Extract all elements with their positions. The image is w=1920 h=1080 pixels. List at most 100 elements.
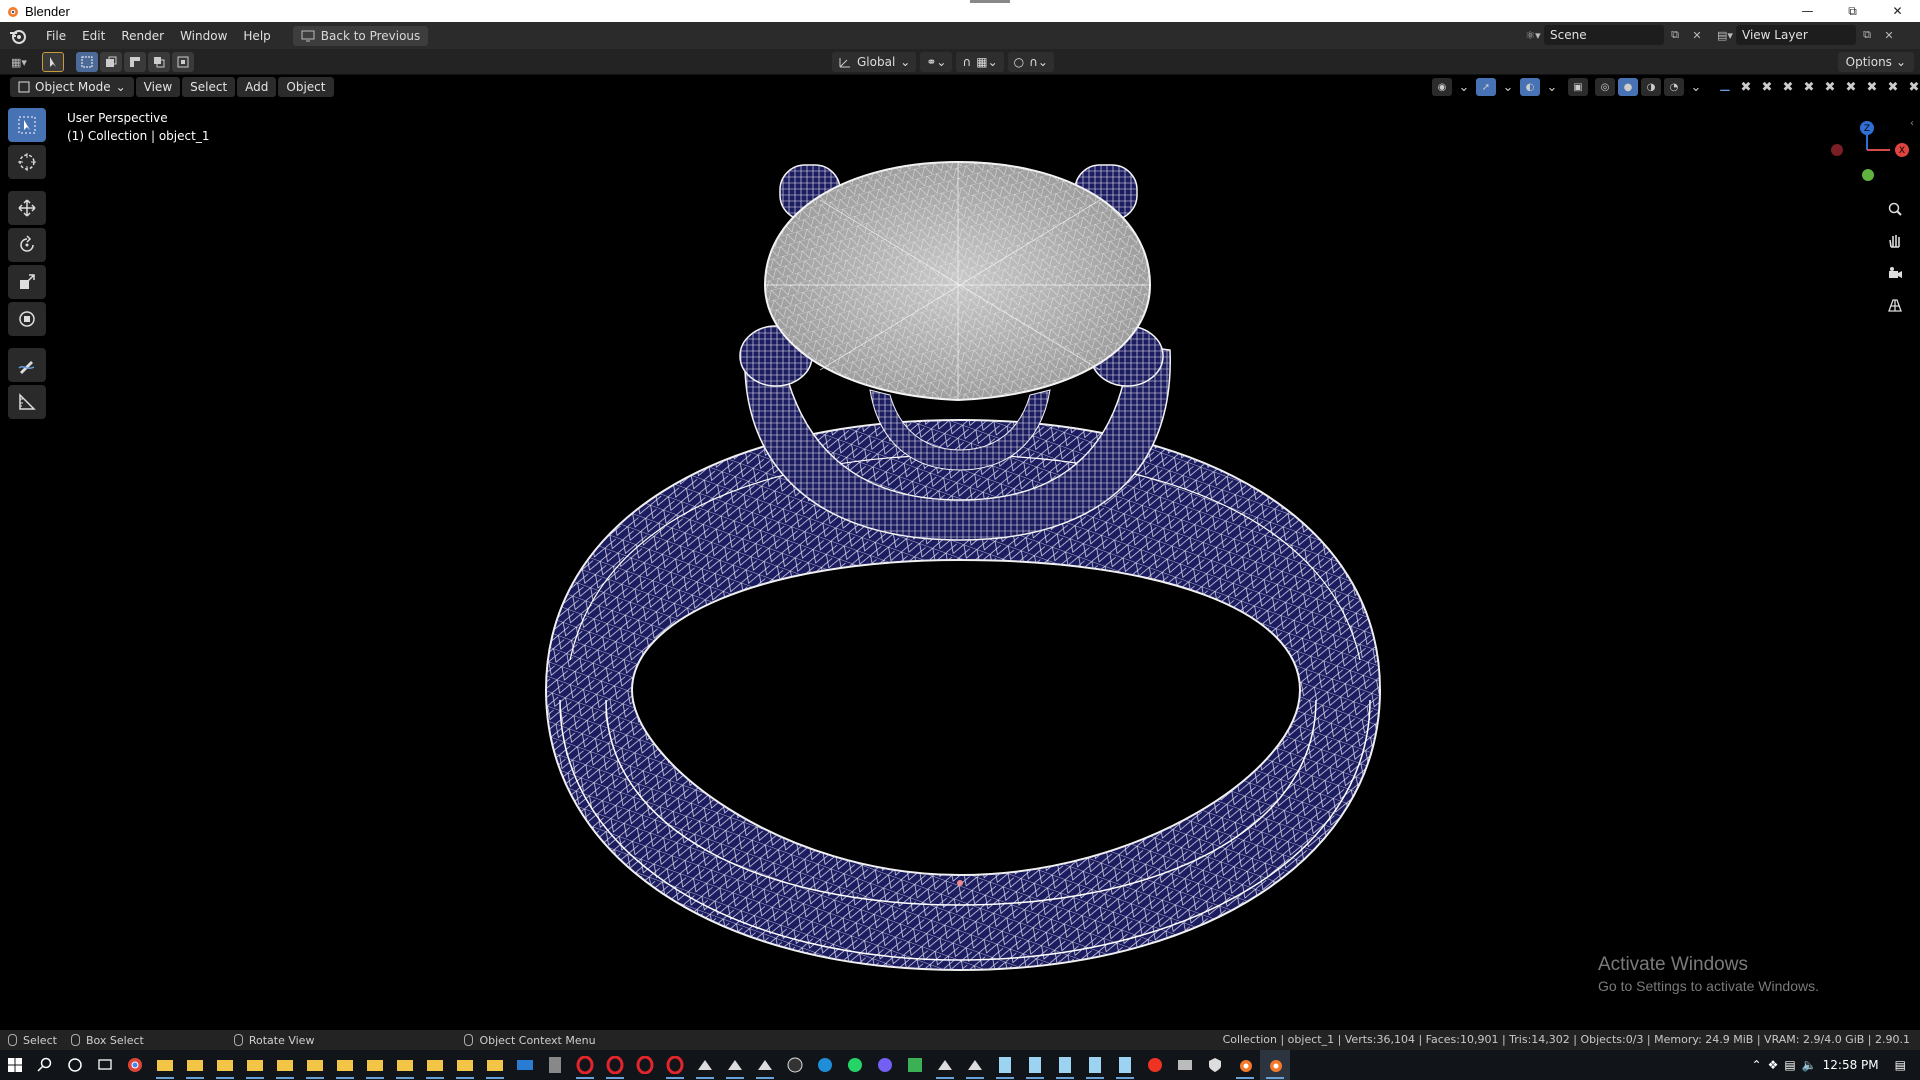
viewport-menu-object[interactable]: Object: [278, 77, 334, 97]
rendered-shading-icon[interactable]: ◔: [1664, 78, 1684, 96]
folder-icon[interactable]: [180, 1050, 210, 1080]
close-icon[interactable]: ✖: [1905, 78, 1920, 96]
shield-icon[interactable]: [1200, 1050, 1230, 1080]
folder-icon[interactable]: [300, 1050, 330, 1080]
view-layer-field[interactable]: View Layer: [1736, 25, 1856, 45]
zoom-icon[interactable]: [1882, 196, 1908, 222]
folder-icon[interactable]: [150, 1050, 180, 1080]
proportional-edit-toggle[interactable]: ○ ∩⌄: [1007, 52, 1054, 72]
gizmo-toggle-icon[interactable]: ➚: [1476, 78, 1496, 96]
folder-icon[interactable]: [450, 1050, 480, 1080]
opera-icon[interactable]: [570, 1050, 600, 1080]
chevron-down-icon[interactable]: ⌄: [1499, 78, 1517, 96]
app-icon[interactable]: [1170, 1050, 1200, 1080]
chevron-down-icon[interactable]: ⌄: [1687, 78, 1705, 96]
pivot-point-dropdown[interactable]: ⚭⌄: [920, 52, 953, 72]
cortana-icon[interactable]: [60, 1050, 90, 1080]
mode-extend-icon[interactable]: [100, 52, 122, 72]
menu-window[interactable]: Window: [172, 26, 235, 46]
mode-invert-icon[interactable]: [148, 52, 170, 72]
obs-icon[interactable]: [780, 1050, 810, 1080]
menu-render[interactable]: Render: [113, 26, 172, 46]
dropbox-icon[interactable]: ❖: [1768, 1058, 1779, 1072]
whatsapp-icon[interactable]: [840, 1050, 870, 1080]
folder-icon[interactable]: [240, 1050, 270, 1080]
network-icon[interactable]: ▤: [1784, 1058, 1795, 1072]
remove-scene-icon[interactable]: ✕: [1686, 25, 1708, 45]
scene-selector-icon[interactable]: ⚛▾: [1522, 25, 1544, 45]
task-view-icon[interactable]: [90, 1050, 120, 1080]
solid-shading-icon[interactable]: ●: [1618, 78, 1638, 96]
close-icon[interactable]: ✖: [1758, 78, 1776, 96]
transform-orientation-dropdown[interactable]: Global ⌄: [832, 52, 917, 72]
menu-file[interactable]: File: [38, 26, 74, 46]
opera-icon[interactable]: [630, 1050, 660, 1080]
overlay-toggle-icon[interactable]: ◐: [1520, 78, 1540, 96]
gizmo-y-axis[interactable]: [1862, 169, 1874, 181]
gizmo-neg-x-axis[interactable]: [1831, 144, 1843, 156]
editor-type-icon[interactable]: ▦▾: [8, 52, 30, 72]
remove-view-layer-icon[interactable]: ✕: [1878, 25, 1900, 45]
move-tool[interactable]: [8, 191, 46, 225]
active-tool-icon[interactable]: [42, 52, 64, 72]
back-to-previous-button[interactable]: Back to Previous: [292, 25, 429, 46]
viber-icon[interactable]: [870, 1050, 900, 1080]
record-icon[interactable]: [1140, 1050, 1170, 1080]
app-icon[interactable]: [720, 1050, 750, 1080]
document-icon[interactable]: [990, 1050, 1020, 1080]
app-icon[interactable]: [690, 1050, 720, 1080]
close-icon[interactable]: ✕: [1875, 0, 1920, 22]
folder-icon[interactable]: [360, 1050, 390, 1080]
close-icon[interactable]: ✖: [1821, 78, 1839, 96]
chevron-down-icon[interactable]: ⌄: [1455, 78, 1473, 96]
close-icon[interactable]: ✖: [1884, 78, 1902, 96]
menu-edit[interactable]: Edit: [74, 26, 113, 46]
mode-new-icon[interactable]: [76, 52, 98, 72]
mode-intersect-icon[interactable]: [172, 52, 194, 72]
viewport-menu-add[interactable]: Add: [237, 77, 277, 97]
notification-icon[interactable]: ▤: [1895, 1058, 1906, 1072]
chevron-down-icon[interactable]: ⌄: [1543, 78, 1561, 96]
folder-icon[interactable]: [270, 1050, 300, 1080]
app-icon[interactable]: [900, 1050, 930, 1080]
wireframe-shading-icon[interactable]: ◎: [1595, 78, 1615, 96]
snap-toggle[interactable]: ∩ ▦⌄: [956, 52, 1004, 72]
new-view-layer-icon[interactable]: ⧉: [1856, 25, 1878, 45]
object-mode-dropdown[interactable]: Object Mode ⌄: [10, 77, 134, 97]
volume-icon[interactable]: 🔈: [1802, 1058, 1817, 1072]
collapse-icon[interactable]: ⚊: [1716, 78, 1734, 96]
chrome-icon[interactable]: [120, 1050, 150, 1080]
folder-icon[interactable]: [210, 1050, 240, 1080]
opera-icon[interactable]: [600, 1050, 630, 1080]
folder-icon[interactable]: [330, 1050, 360, 1080]
calculator-icon[interactable]: [540, 1050, 570, 1080]
close-icon[interactable]: ✖: [1737, 78, 1755, 96]
edge-icon[interactable]: [810, 1050, 840, 1080]
visibility-icon[interactable]: ◉: [1432, 78, 1452, 96]
minimize-icon[interactable]: —: [1785, 0, 1830, 22]
document-icon[interactable]: [1110, 1050, 1140, 1080]
camera-view-icon[interactable]: [1882, 260, 1908, 286]
mode-subtract-icon[interactable]: [124, 52, 146, 72]
menu-help[interactable]: Help: [235, 26, 278, 46]
mail-icon[interactable]: [510, 1050, 540, 1080]
navigation-gizmo[interactable]: Z X: [1820, 118, 1920, 198]
annotate-tool[interactable]: [8, 348, 46, 382]
folder-icon[interactable]: [390, 1050, 420, 1080]
viewport-menu-select[interactable]: Select: [182, 77, 236, 97]
viewport-menu-view[interactable]: View: [135, 77, 181, 97]
transform-tool[interactable]: [8, 302, 46, 336]
app-icon[interactable]: [750, 1050, 780, 1080]
folder-icon[interactable]: [480, 1050, 510, 1080]
rotate-tool[interactable]: [8, 228, 46, 262]
view-layer-selector-icon[interactable]: ▤▾: [1714, 25, 1736, 45]
search-icon[interactable]: [30, 1050, 60, 1080]
restore-icon[interactable]: ⧉: [1830, 0, 1875, 22]
opera-icon[interactable]: [660, 1050, 690, 1080]
blender-taskbar-icon[interactable]: [1230, 1050, 1260, 1080]
folder-icon[interactable]: [420, 1050, 450, 1080]
pan-hand-icon[interactable]: [1882, 228, 1908, 254]
material-shading-icon[interactable]: ◑: [1641, 78, 1661, 96]
scale-tool[interactable]: [8, 265, 46, 299]
document-icon[interactable]: [1080, 1050, 1110, 1080]
